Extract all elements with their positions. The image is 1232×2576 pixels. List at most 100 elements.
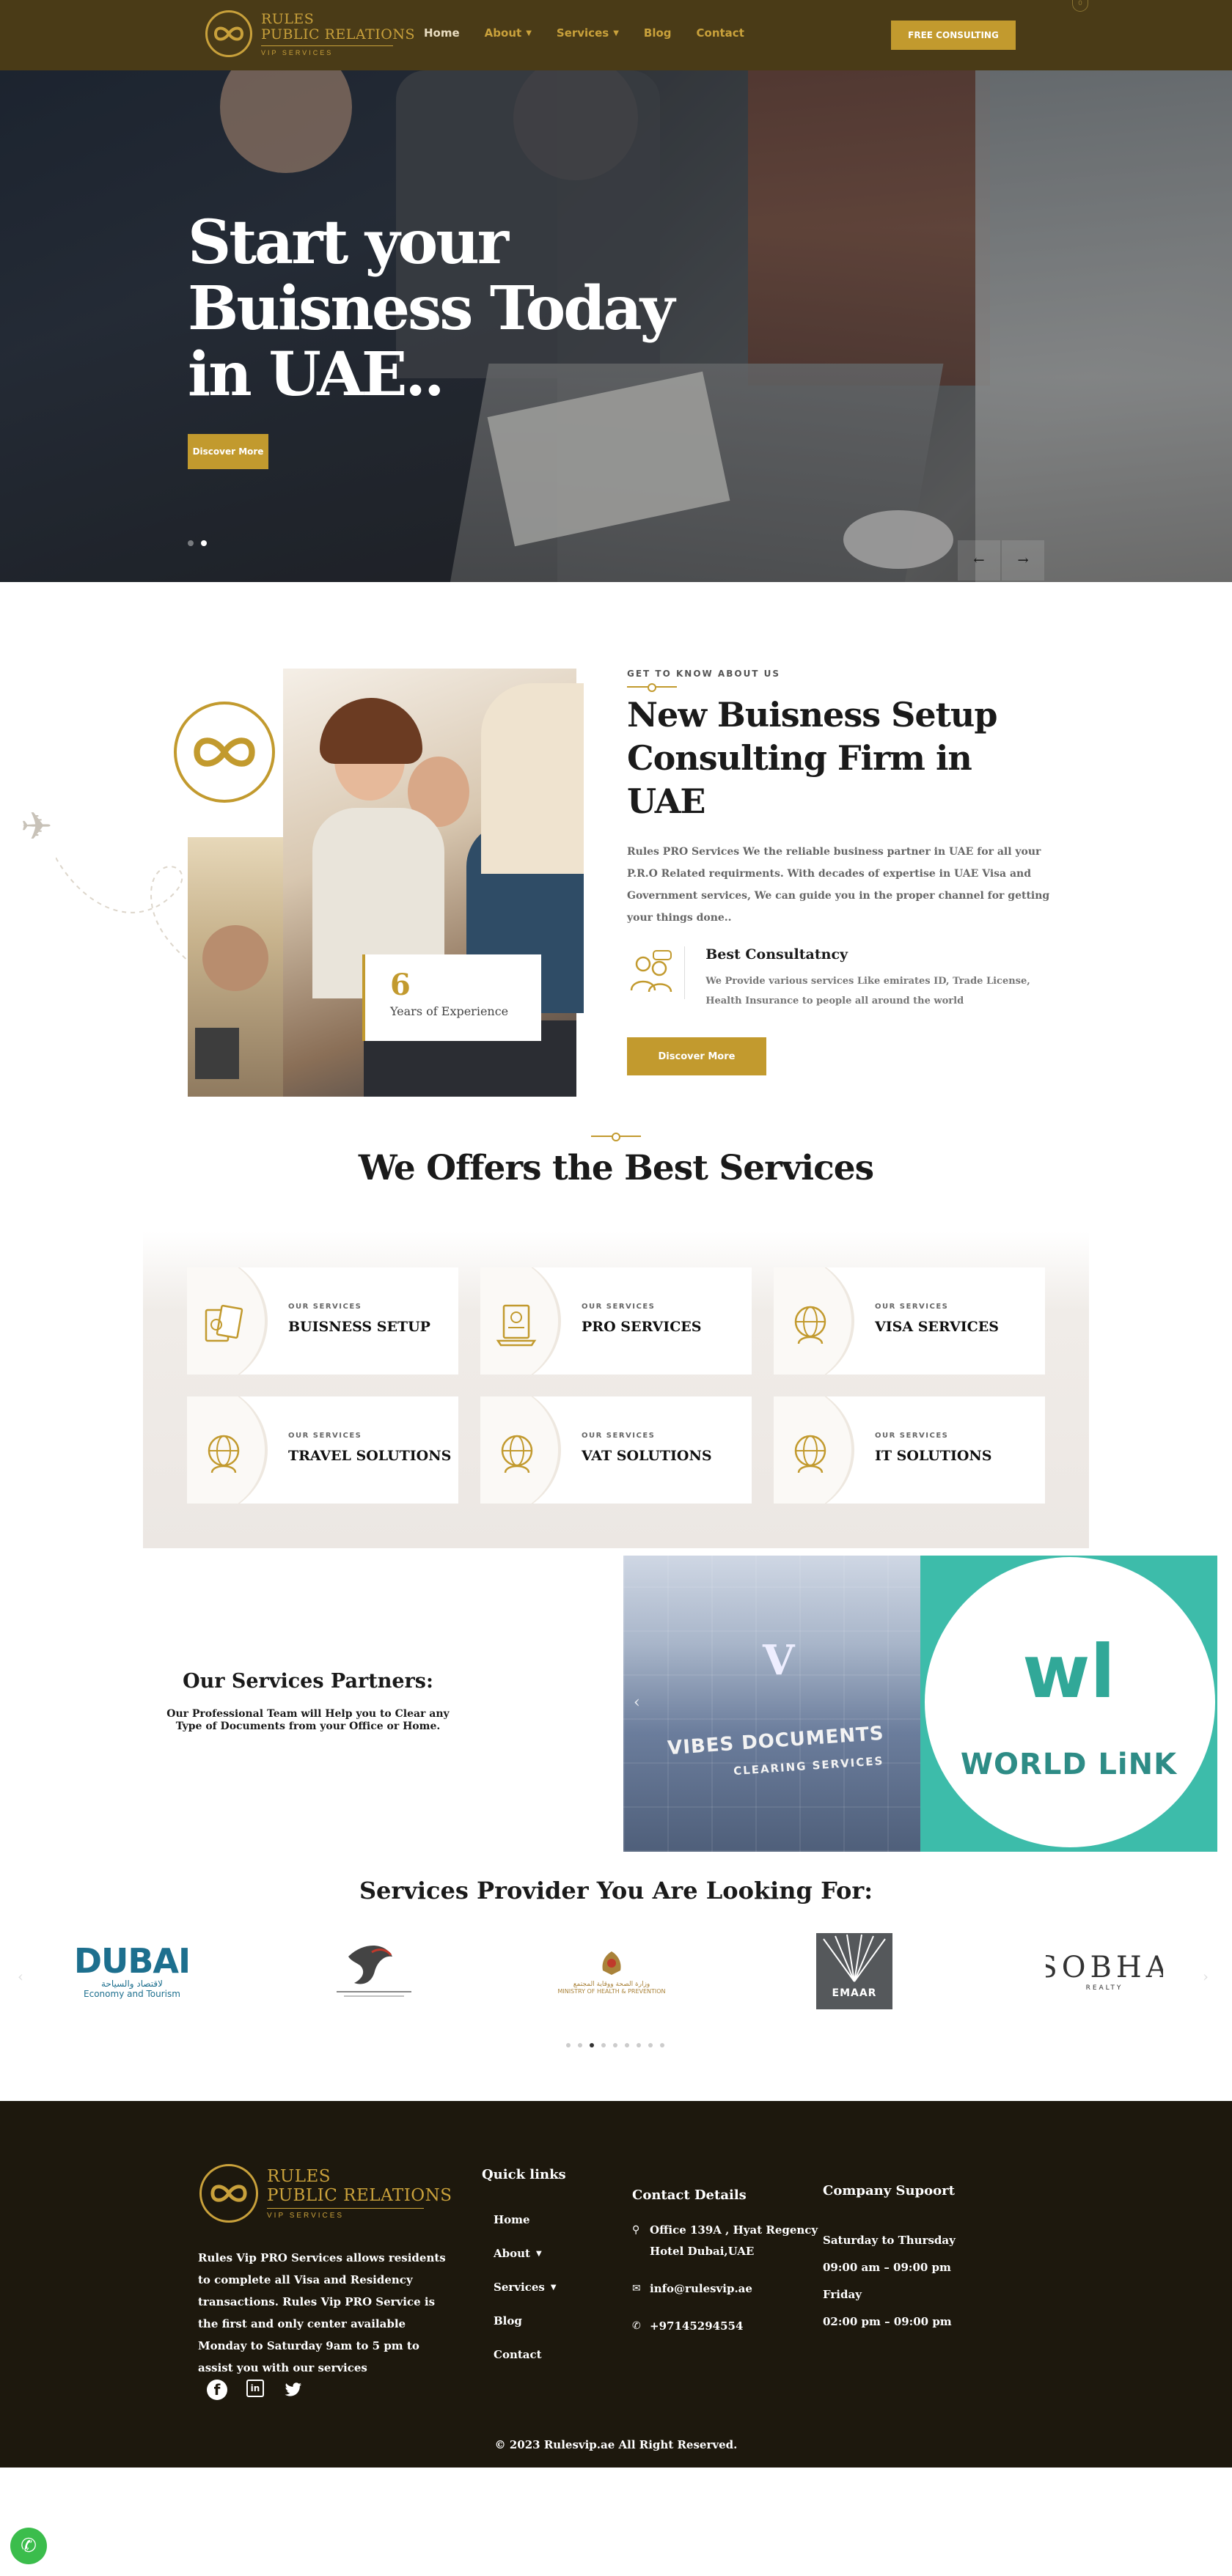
- facebook-icon[interactable]: f: [207, 2380, 227, 2400]
- partner-slide-world-link: wl WORLD LiNK: [920, 1556, 1217, 1852]
- main-nav: Home About ▼ Services ▼ Blog Contact: [424, 26, 744, 40]
- provider-dot[interactable]: [566, 2043, 571, 2047]
- provider-logo-sobha[interactable]: SOBHA REALTY: [1046, 1931, 1163, 2012]
- dubai-tagline: Economy and Tourism: [84, 1989, 180, 1999]
- hero-title: Start your Buisness Today in UAE..: [188, 207, 675, 410]
- hero-dot-2[interactable]: [201, 540, 207, 546]
- about-discover-more-button[interactable]: Discover More: [627, 1037, 766, 1075]
- twitter-icon[interactable]: [283, 2380, 304, 2400]
- chevron-left-icon[interactable]: ‹: [18, 1968, 23, 1985]
- provider-dot[interactable]: [625, 2043, 629, 2047]
- footer-logo-line-2: PUBLIC RELATIONS: [267, 2186, 452, 2205]
- world-link-logo-mark: wl: [1022, 1629, 1115, 1715]
- about-description: Rules PRO Services We the reliable busin…: [627, 846, 1050, 924]
- footer-phone[interactable]: ✆ +97145294554: [632, 2316, 830, 2337]
- hours-line: Friday: [823, 2288, 862, 2301]
- footer-link-blog[interactable]: Blog: [494, 2304, 557, 2338]
- nav-home[interactable]: Home: [424, 26, 460, 40]
- card-kicker: OUR SERVICES: [875, 1303, 949, 1311]
- quick-links-title: Quick links: [482, 2167, 566, 2182]
- hero-discover-more-button[interactable]: Discover More: [188, 434, 268, 469]
- vibes-logo-mark: V: [763, 1636, 795, 1685]
- footer-link-label: About: [494, 2247, 530, 2260]
- card-kicker: OUR SERVICES: [582, 1303, 656, 1311]
- card-title: IT SOLUTIONS: [875, 1448, 992, 1464]
- chevron-left-icon[interactable]: ‹: [634, 1693, 640, 1712]
- provider-logo-falcon-authority[interactable]: [315, 1931, 433, 2012]
- card-title: TRAVEL SOLUTIONS: [288, 1448, 452, 1464]
- footer-link-label: Blog: [494, 2314, 522, 2327]
- whatsapp-icon: ✆: [21, 2535, 37, 2557]
- hero-title-line-3: in UAE..: [188, 339, 445, 410]
- experience-card: 6 Years of Experience: [362, 954, 541, 1041]
- footer-email[interactable]: ✉ info@rulesvip.ae: [632, 2278, 830, 2300]
- footer-link-services[interactable]: Services ▼: [494, 2270, 557, 2304]
- footer-link-contact[interactable]: Contact: [494, 2338, 557, 2371]
- chevron-right-icon[interactable]: ›: [1203, 1968, 1209, 1985]
- hero-next-button[interactable]: →: [1002, 540, 1044, 581]
- partner-slide-vibes: V VIBES DOCUMENTS CLEARING SERVICES: [623, 1556, 920, 1852]
- airplane-decoration-icon: ✈: [21, 805, 53, 849]
- nav-about[interactable]: About ▼: [485, 26, 532, 40]
- logo-line-2: PUBLIC RELATIONS: [261, 26, 415, 43]
- emaar-sunburst-icon: [823, 1934, 886, 1982]
- whatsapp-chat-button[interactable]: ✆: [10, 2528, 47, 2564]
- footer-socials: f in: [207, 2380, 304, 2400]
- site-logo[interactable]: RULES PUBLIC RELATIONS VIP SERVICES: [205, 10, 415, 57]
- nav-blog[interactable]: Blog: [644, 26, 672, 40]
- hero-title-line-1: Start your: [188, 207, 509, 278]
- free-consulting-button[interactable]: FREE CONSULTING: [891, 21, 1016, 50]
- footer-address: ⚲ Office 139A , Hyat Regency Hotel Dubai,…: [632, 2220, 830, 2262]
- sobha-realty: REALTY: [1085, 1984, 1123, 1992]
- nav-contact-label: Contact: [696, 26, 744, 40]
- envelope-icon: ✉: [632, 2283, 641, 2295]
- service-card-vat-solutions[interactable]: OUR SERVICES VAT SOLUTIONS: [480, 1396, 752, 1504]
- footer-logo-line-1: RULES: [267, 2167, 331, 2186]
- contact-details-title: Contact Details: [632, 2187, 747, 2203]
- chevron-down-icon: ▼: [550, 2283, 557, 2292]
- kicker-divider: [627, 683, 677, 692]
- provider-dot[interactable]: [648, 2043, 653, 2047]
- service-card-business-setup[interactable]: OUR SERVICES BUISNESS SETUP: [187, 1267, 458, 1375]
- provider-dot[interactable]: [637, 2043, 641, 2047]
- phone-text: +97145294554: [650, 2319, 744, 2333]
- provider-dot[interactable]: [578, 2043, 582, 2047]
- linkedin-icon[interactable]: in: [246, 2380, 264, 2397]
- service-card-it-solutions[interactable]: OUR SERVICES IT SOLUTIONS: [774, 1396, 1045, 1504]
- provider-dot[interactable]: [601, 2043, 606, 2047]
- hero-dot-1[interactable]: [188, 540, 194, 546]
- feature-description: We Provide various services Like emirate…: [705, 976, 1030, 1007]
- provider-logo-ministry-of-health[interactable]: وزارة الصحة ووقاية المجتمع MINISTRY OF H…: [546, 1931, 678, 2012]
- partners-slider: V VIBES DOCUMENTS CLEARING SERVICES wl W…: [623, 1556, 1217, 1852]
- service-card-pro-services[interactable]: OUR SERVICES PRO SERVICES: [480, 1267, 752, 1375]
- logo-line-3: VIP SERVICES: [261, 48, 334, 56]
- card-kicker: OUR SERVICES: [875, 1432, 949, 1440]
- moh-arabic: وزارة الصحة ووقاية المجتمع: [573, 1980, 650, 1988]
- chevron-right-icon[interactable]: ›: [1197, 1693, 1203, 1712]
- provider-logo-dubai-economy[interactable]: DUBAI لاقتصاد والسياحة Economy and Touri…: [73, 1931, 191, 2012]
- passport-icon: [202, 1303, 243, 1342]
- card-title: BUISNESS SETUP: [288, 1319, 430, 1335]
- infinity-logo-icon: [205, 10, 252, 57]
- feature-title: Best Consultatncy: [705, 946, 848, 963]
- footer-link-about[interactable]: About ▼: [494, 2237, 557, 2270]
- service-card-travel-solutions[interactable]: OUR SERVICES TRAVEL SOLUTIONS: [187, 1396, 458, 1504]
- hero-prev-button[interactable]: ←: [958, 540, 1000, 581]
- hero-slider: Start your Buisness Today in UAE.. Disco…: [0, 70, 1232, 582]
- about-title-line-2: Consulting Firm in UAE: [627, 738, 972, 821]
- nav-services-label: Services: [556, 26, 609, 40]
- service-card-visa-services[interactable]: OUR SERVICES VISA SERVICES: [774, 1267, 1045, 1375]
- infinity-logo-icon: [194, 737, 255, 767]
- nav-contact[interactable]: Contact: [697, 26, 744, 40]
- nav-services[interactable]: Services ▼: [557, 26, 619, 40]
- card-kicker: OUR SERVICES: [288, 1432, 362, 1440]
- footer-logo[interactable]: RULES PUBLIC RELATIONS VIP SERVICES: [199, 2164, 452, 2223]
- provider-dot[interactable]: [613, 2043, 617, 2047]
- cart-count-badge[interactable]: 0: [1072, 0, 1088, 12]
- provider-logo-emaar[interactable]: EMAAR: [816, 1931, 892, 2012]
- footer-link-home[interactable]: Home: [494, 2203, 557, 2237]
- provider-dot-active[interactable]: [590, 2043, 594, 2047]
- provider-dot[interactable]: [660, 2043, 664, 2047]
- nav-about-label: About: [484, 26, 522, 40]
- falcon-emblem-icon: [337, 1946, 411, 1997]
